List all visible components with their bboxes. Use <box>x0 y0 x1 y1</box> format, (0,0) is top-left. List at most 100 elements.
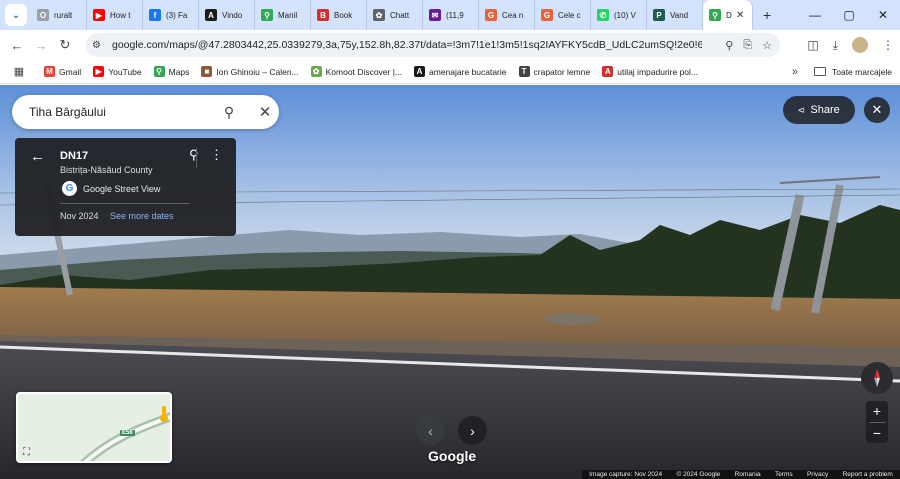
browser-tab[interactable]: ▶ How t <box>87 0 143 30</box>
extensions-icon[interactable]: ◫ <box>807 38 818 52</box>
browser-tab[interactable]: P Vand <box>647 0 703 30</box>
source-label: Google Street View <box>83 183 161 194</box>
tab-label: ruralt <box>54 10 73 20</box>
tab-label: (10) V <box>614 10 636 20</box>
orange-square-icon: G <box>485 9 497 21</box>
browser-tab[interactable]: ✉ (11,9 <box>423 0 479 30</box>
back-button[interactable]: ← <box>5 38 29 53</box>
image-capture-date: Image capture: Nov 2024 <box>589 471 663 478</box>
location-icon[interactable]: ⚲ <box>725 39 733 52</box>
browser-tab[interactable]: G Cea n <box>479 0 535 30</box>
back-arrow-icon[interactable]: ← <box>30 148 45 165</box>
url-text[interactable]: google.com/maps/@47.2803442,25.0339279,3… <box>112 39 702 51</box>
bookmark-item[interactable]: ▶ YouTube <box>93 66 142 77</box>
close-tab-icon[interactable]: ✕ <box>736 10 744 21</box>
p-logo-icon: P <box>653 9 665 21</box>
tab-label: (3) Fa <box>166 10 188 20</box>
source-attribution: G Google Street View <box>62 181 160 196</box>
close-street-view-button[interactable]: ✕ <box>864 97 890 123</box>
compass-button[interactable] <box>861 362 893 394</box>
browser-tab[interactable]: ⚲ Manil <box>255 0 311 30</box>
location-info-card: ← DN17 Bistrița-Năsăud County G Google S… <box>15 138 236 236</box>
address-bar[interactable]: ⚙ google.com/maps/@47.2803442,25.0339279… <box>86 33 780 57</box>
book-icon: B <box>317 9 329 21</box>
bookmark-label: YouTube <box>108 66 142 77</box>
report-problem-link[interactable]: Report a problem <box>843 471 893 478</box>
county-name: Bistrița-Năsăud County <box>60 165 153 175</box>
menu-kebab-icon[interactable]: ⋮ <box>882 38 894 52</box>
all-bookmarks-folder[interactable]: Toate marcajele <box>813 66 892 77</box>
search-icon[interactable]: ⚲ <box>217 104 241 121</box>
window-controls: — ▢ ✕ <box>798 0 900 30</box>
bookmark-item[interactable]: Aamenajare bucatarie <box>414 66 507 77</box>
search-query[interactable]: Tiha Bârgăului <box>29 105 217 119</box>
privacy-link[interactable]: Privacy <box>807 471 828 478</box>
browser-tab[interactable]: B Book <box>311 0 367 30</box>
tab-label: Book <box>334 10 353 20</box>
tab-label: D <box>726 10 732 20</box>
new-tab-button[interactable]: + <box>763 7 771 23</box>
browser-tab[interactable]: Oruralt <box>31 0 87 30</box>
chevron-down-icon: ⌄ <box>11 9 21 21</box>
pan-right-button[interactable]: › <box>458 416 487 445</box>
tab-search-button[interactable]: ⌄ <box>5 4 27 26</box>
bookmark-item[interactable]: M Gmail <box>44 66 81 77</box>
bookmark-item[interactable]: ✿ Komoot Discover |... <box>310 66 402 77</box>
tab-strip: ⌄ Oruralt ▶ How t f (3) Fa A Vindo ⚲ Manil B Book ✿… <box>0 0 900 30</box>
tab-label: Cele c <box>558 10 581 20</box>
close-window-button[interactable]: ✕ <box>866 8 900 22</box>
install-app-icon[interactable]: ⎘ <box>743 39 752 52</box>
more-options-icon[interactable]: ⋮ <box>210 147 223 163</box>
street-view-search[interactable]: Tiha Bârgăului ⚲ ✕ <box>12 95 279 129</box>
bookmark-item[interactable]: Autilaj impadurire pol... <box>602 66 698 77</box>
pan-left-button[interactable]: ‹ <box>416 416 445 445</box>
maximize-button[interactable]: ▢ <box>832 8 866 22</box>
share-button[interactable]: ⪦ Share <box>783 96 855 124</box>
browser-tab[interactable]: ✿ Chatt <box>367 0 423 30</box>
bookmark-label: Ion Ghinoiu – Calen... <box>216 66 299 77</box>
more-bookmarks-icon[interactable]: » <box>792 66 798 78</box>
profile-avatar[interactable] <box>852 37 868 53</box>
browser-tab[interactable]: ✆ (10) V <box>591 0 647 30</box>
zoom-controls: + − <box>866 401 888 443</box>
browser-tab[interactable]: f (3) Fa <box>143 0 199 30</box>
book-cover-icon: ■ <box>201 66 213 77</box>
bookmark-star-icon[interactable]: ☆ <box>762 39 772 52</box>
orange-square-icon: G <box>541 9 553 21</box>
zoom-in-button[interactable]: + <box>866 401 888 422</box>
all-bookmarks-label: Toate marcajele <box>831 66 892 77</box>
expand-map-icon[interactable]: ⛶ <box>23 447 30 458</box>
zoom-out-button[interactable]: − <box>866 423 888 444</box>
share-label: Share <box>810 104 840 116</box>
browser-tab[interactable]: G Cele c <box>535 0 591 30</box>
compass-icon <box>874 369 880 387</box>
street-view[interactable]: Tiha Bârgăului ⚲ ✕ ⪦ Share ✕ ← DN17 Bist… <box>0 85 900 479</box>
apps-grid-icon[interactable]: ▦ <box>6 65 32 78</box>
download-icon[interactable]: ⤓ <box>833 38 838 53</box>
google-logo: Google <box>428 448 477 464</box>
close-icon: ✕ <box>871 102 883 117</box>
capture-date: Nov 2024 <box>60 211 99 221</box>
minimize-button[interactable]: — <box>798 8 832 22</box>
whatsapp-icon: ✆ <box>597 9 609 21</box>
see-more-dates-link[interactable]: See more dates <box>110 211 174 221</box>
browser-tab[interactable]: ⚲ D ✕ <box>703 0 753 30</box>
bookmark-label: utilaj impadurire pol... <box>617 66 699 77</box>
reload-button[interactable]: ↻ <box>53 37 77 53</box>
browser-tab[interactable]: A Vindo <box>199 0 255 30</box>
mini-map[interactable]: E58 ⛶ <box>16 392 172 463</box>
forward-button[interactable]: → <box>29 38 53 53</box>
bookmark-item[interactable]: ⚲ Maps <box>153 66 189 77</box>
youtube-icon: ▶ <box>93 66 105 77</box>
chevron-right-icon: › <box>470 422 475 439</box>
gmail-icon: M <box>44 66 55 77</box>
facebook-icon: f <box>149 9 161 21</box>
youtube-icon: ▶ <box>93 9 105 21</box>
clear-search-icon[interactable]: ✕ <box>253 103 277 121</box>
terms-link[interactable]: Terms <box>775 471 793 478</box>
a-serif-icon: A <box>414 66 426 77</box>
site-info-icon[interactable]: ⚙ <box>92 40 112 51</box>
bookmark-item[interactable]: ■ Ion Ghinoiu – Calen... <box>201 66 299 77</box>
bookmark-item[interactable]: Tcrapator lemne <box>518 66 590 77</box>
map-footer: Image capture: Nov 2024 © 2024 Google Ro… <box>582 470 900 479</box>
